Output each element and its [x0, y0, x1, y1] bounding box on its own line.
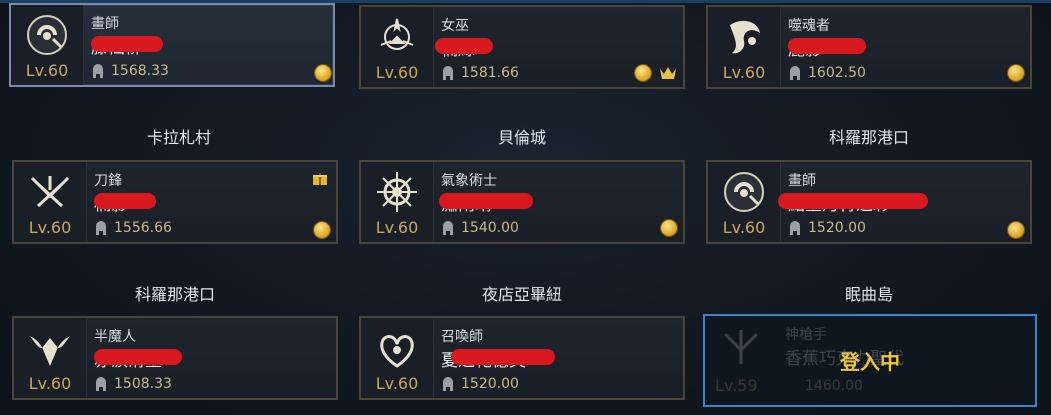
soul-eater-class-icon	[730, 20, 760, 54]
character-class: 畫師	[91, 16, 119, 32]
character-card-3[interactable]: Lv.60 噬魂者 麓影 1602.50	[706, 5, 1032, 89]
character-level: Lv.60	[25, 61, 69, 80]
location-label: 眠曲島	[844, 285, 893, 304]
helmet-icon	[443, 66, 453, 80]
gear-score-value: 1520.00	[808, 220, 866, 236]
character-level: Lv.60	[28, 218, 72, 237]
summoner-class-icon	[380, 335, 414, 368]
character-class: 召喚師	[441, 329, 483, 345]
location-label: 夜店亞畢紐	[481, 285, 562, 304]
character-name: 楠絲	[435, 35, 493, 60]
helmet-icon	[443, 221, 453, 235]
character-level: Lv.60	[722, 63, 766, 82]
helmet-icon	[790, 66, 800, 80]
logging-in-message: 登入中	[840, 350, 900, 374]
character-card-1[interactable]: Lv.60 畫師 藤仙柳 1568.33	[9, 3, 335, 87]
character-name: 藤仙柳	[91, 33, 163, 58]
painter-class-icon	[724, 172, 764, 212]
location-label: 科羅那港口	[134, 285, 215, 304]
helmet-icon	[93, 64, 103, 78]
gear-score: 1602.50	[788, 65, 866, 81]
gear-score: 1540.00	[441, 220, 519, 236]
gift-icon[interactable]	[312, 170, 328, 186]
gear-score-value: 1568.33	[111, 63, 169, 79]
gear-score: 1508.33	[94, 376, 172, 392]
location-label: 卡拉札村	[146, 128, 211, 147]
gear-score-value: 1540.00	[461, 220, 519, 236]
character-level: Lv.60	[28, 374, 72, 393]
character-level: Lv.59	[715, 376, 758, 395]
character-card-5[interactable]: Lv.60 氣象術士 瀟雨晴 1540.00	[359, 160, 685, 244]
character-level: Lv.60	[375, 63, 419, 82]
gear-score-value: 1460.00	[805, 378, 863, 394]
character-class: 噬魂者	[788, 18, 830, 34]
helmet-icon	[443, 377, 453, 391]
character-name: 點墨丹青之彩	[778, 190, 928, 215]
helmet-icon	[790, 221, 800, 235]
character-class: 女巫	[441, 18, 469, 34]
gold-coin-icon	[1008, 65, 1024, 81]
character-class: 神槍手	[785, 327, 827, 343]
gold-coin-icon	[661, 220, 677, 236]
character-card-7[interactable]: Lv.60 半魔人 赤淚滑墨 1508.33	[12, 316, 338, 400]
painter-class-icon	[27, 15, 67, 55]
gear-score: 1568.33	[91, 63, 169, 79]
character-level: Lv.60	[375, 374, 419, 393]
gear-score-value: 1508.33	[114, 376, 172, 392]
character-class: 畫師	[788, 173, 816, 189]
character-card-4[interactable]: Lv.60 刀鋒 楠影 1556.66	[12, 160, 338, 244]
character-name: 楠影	[94, 190, 156, 215]
character-name: 赤淚滑墨	[94, 346, 182, 371]
gold-coin-icon	[1008, 222, 1024, 238]
character-card-8[interactable]: Lv.60 召喚師 夏之花憶芙 1520.00	[359, 316, 685, 400]
gear-score: 1581.66	[441, 65, 519, 81]
character-card-6[interactable]: Lv.60 畫師 點墨丹青之彩 1520.00	[706, 160, 1032, 244]
character-name: 瀟雨晴	[439, 190, 533, 215]
gear-score: 1520.00	[441, 376, 519, 392]
gear-score-value: 1581.66	[461, 65, 519, 81]
gear-score-value: 1520.00	[461, 376, 519, 392]
helmet-icon	[96, 377, 106, 391]
witch-class-icon	[380, 18, 414, 50]
location-label: 貝倫城	[497, 128, 546, 147]
gold-coin-icon	[314, 222, 330, 238]
login-card[interactable]: Lv.59 神槍手 香蕉巧克力聖代 1460.00 登入中	[703, 314, 1037, 407]
gear-score: 1556.66	[94, 220, 172, 236]
gear-score-value: 1602.50	[808, 65, 866, 81]
aeromancer-class-icon	[377, 172, 417, 212]
character-card-2[interactable]: Lv.60 女巫 楠絲 1581.66	[359, 5, 685, 89]
character-class: 半魔人	[94, 329, 136, 345]
gold-coin-icon	[635, 65, 651, 81]
location-label: 科羅那港口	[828, 128, 909, 147]
gold-coin-icon	[315, 65, 331, 81]
helmet-icon	[96, 221, 106, 235]
character-name: 夏之花憶芙	[441, 346, 555, 371]
character-class: 刀鋒	[94, 173, 122, 189]
crown-icon	[660, 67, 676, 79]
character-class: 氣象術士	[441, 173, 497, 189]
character-level: Lv.60	[722, 218, 766, 237]
blade-class-icon	[30, 176, 70, 208]
character-level: Lv.60	[375, 218, 419, 237]
character-name: 麓影	[788, 35, 866, 60]
demon-class-icon	[30, 336, 70, 366]
gear-score: 1520.00	[788, 220, 866, 236]
gear-score-value: 1556.66	[114, 220, 172, 236]
